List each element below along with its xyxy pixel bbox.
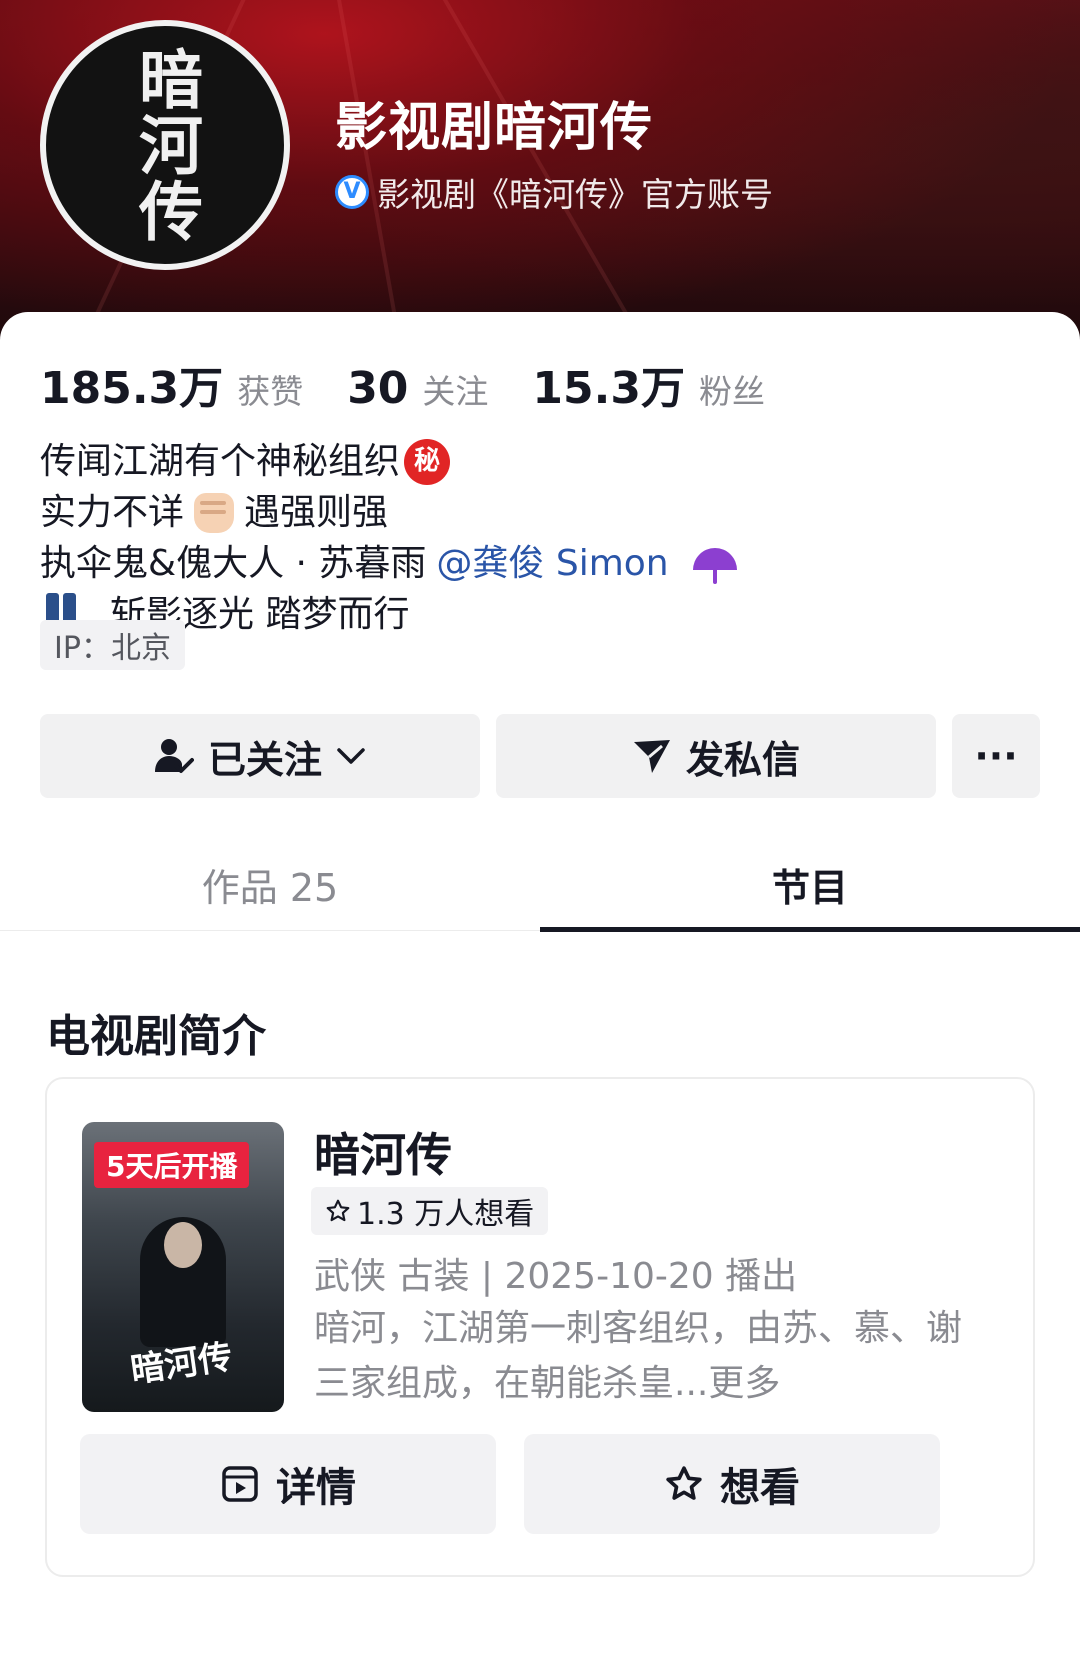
- star-outline-icon: [326, 1199, 350, 1222]
- bio-text: 遇强则强: [244, 492, 389, 533]
- more-options-button[interactable]: ···: [952, 714, 1040, 798]
- profile-name: 影视剧暗河传: [335, 98, 654, 158]
- drama-card[interactable]: 5天后开播 暗河传 暗河传 1.3 万人想看 武侠 古装 | 2025-10-2…: [45, 1077, 1035, 1577]
- want-count-tag: 1.3 万人想看: [311, 1187, 549, 1235]
- premiere-countdown-badge: 5天后开播: [94, 1142, 250, 1188]
- followed-label: 已关注: [207, 737, 322, 782]
- header-background-ray: [420, 0, 634, 325]
- profile-card: 185.3万 获赞 30 关注 15.3万 粉丝 传闻江湖有个神秘组织 秘 实力…: [0, 312, 1080, 1672]
- drama-card-buttons: 详情 想看: [80, 1434, 940, 1534]
- details-button[interactable]: 详情: [80, 1434, 496, 1534]
- avatar-calligraphy: 暗河传: [128, 46, 203, 244]
- bio-text: 实力不详: [40, 492, 185, 533]
- stat-value: 15.3万: [532, 363, 685, 414]
- avatar[interactable]: 暗河传: [40, 20, 290, 270]
- mention-link[interactable]: @龚俊 Simon: [436, 538, 668, 589]
- ip-location-tag: IP：北京: [40, 620, 185, 670]
- want-count-text: 1.3 万人想看: [357, 1197, 535, 1232]
- verified-text: 影视剧《暗河传》官方账号: [377, 175, 773, 214]
- umbrella-icon: [692, 544, 737, 584]
- tab-works[interactable]: 作品 25: [0, 838, 540, 930]
- verified-info: V 影视剧《暗河传》官方账号: [335, 168, 773, 216]
- stat-label: 获赞: [237, 372, 304, 411]
- stat-value: 30: [347, 363, 409, 414]
- stat-followers[interactable]: 15.3万 粉丝: [532, 352, 765, 416]
- send-message-label: 发私信: [685, 737, 800, 782]
- drama-description: 暗河，江湖第一刺客组织，由苏、慕、谢三家组成，在朝能杀皇...更多: [314, 1301, 974, 1411]
- stats-row: 185.3万 获赞 30 关注 15.3万 粉丝: [40, 352, 809, 416]
- stat-following[interactable]: 30 关注: [347, 363, 488, 414]
- drama-title: 暗河传: [314, 1128, 452, 1182]
- bio-text: 执伞鬼&傀大人 · 苏暮雨: [40, 543, 427, 584]
- raised-fist-icon: [194, 492, 235, 533]
- stat-label: 粉丝: [698, 372, 765, 411]
- active-tab-indicator: [540, 927, 1080, 932]
- bio-line: 执伞鬼&傀大人 · 苏暮雨 @龚俊 Simon: [40, 538, 737, 589]
- stat-label: 关注: [422, 372, 489, 411]
- verified-icon: V: [335, 175, 369, 209]
- action-buttons: 已关注 发私信 ···: [40, 714, 1040, 798]
- section-title: 电视剧简介: [46, 1011, 266, 1062]
- bio-line: 实力不详 遇强则强: [40, 487, 737, 538]
- more-link[interactable]: ...更多: [674, 1363, 780, 1404]
- followed-button[interactable]: 已关注: [40, 714, 480, 798]
- description-text: 暗河，江湖第一刺客组织，由苏、慕、谢三家组成，在朝能杀皇: [314, 1308, 963, 1404]
- bio-line: 传闻江湖有个神秘组织 秘: [40, 436, 737, 487]
- user-check-icon: [154, 739, 194, 773]
- want-to-watch-button[interactable]: 想看: [524, 1434, 940, 1534]
- stat-likes[interactable]: 185.3万 获赞: [40, 352, 303, 416]
- bio: 传闻江湖有个神秘组织 秘 实力不详 遇强则强 执伞鬼&傀大人 · 苏暮雨 @龚俊…: [40, 436, 737, 640]
- want-to-watch-label: 想看: [720, 1465, 800, 1511]
- drama-meta: 武侠 古装 | 2025-10-20 播出: [314, 1256, 798, 1297]
- secret-emoji-icon: 秘: [404, 438, 451, 485]
- drama-poster[interactable]: 5天后开播 暗河传: [82, 1122, 284, 1412]
- profile-tabs: 作品 25 节目: [0, 838, 1080, 932]
- stat-value: 185.3万: [40, 363, 224, 414]
- bio-text: 传闻江湖有个神秘组织: [40, 441, 401, 482]
- video-details-icon: [222, 1466, 258, 1502]
- send-message-button[interactable]: 发私信: [496, 714, 936, 798]
- chevron-down-icon: [337, 748, 365, 764]
- send-icon: [633, 740, 670, 773]
- poster-face: [164, 1222, 202, 1268]
- tab-shows[interactable]: 节目: [540, 838, 1080, 930]
- star-outline-icon: [666, 1466, 702, 1500]
- details-label: 详情: [276, 1465, 356, 1511]
- profile-header: 暗河传 影视剧暗河传 V 影视剧《暗河传》官方账号: [0, 0, 1080, 340]
- more-icon: ···: [974, 734, 1018, 778]
